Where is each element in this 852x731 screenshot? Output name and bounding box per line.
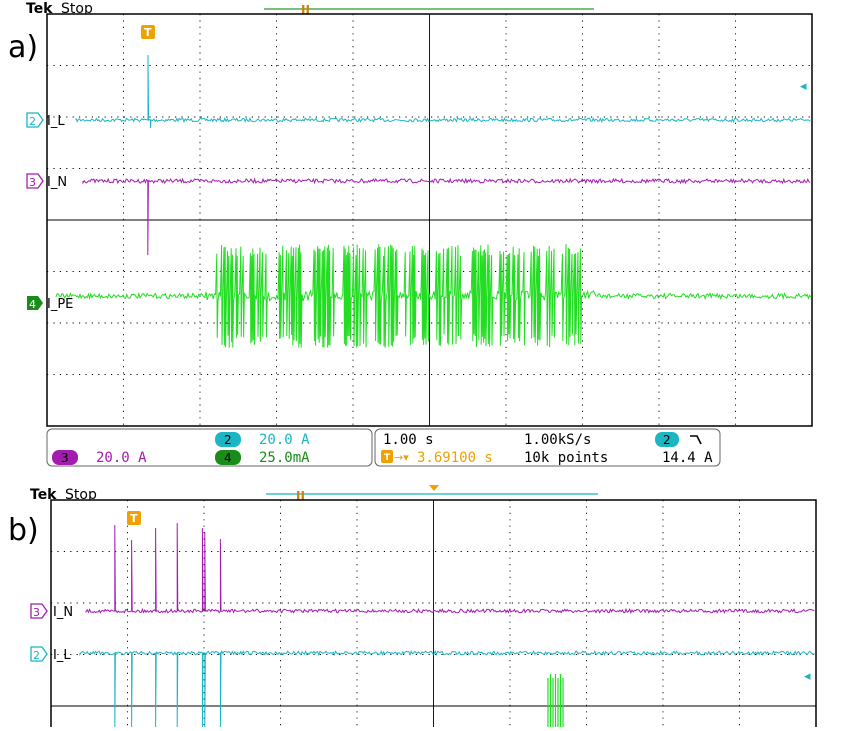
readout-ch3-badge: 3 [52, 450, 78, 465]
panel-a-ch3-label: I_N [47, 175, 67, 190]
svg-text:T: T [384, 453, 391, 463]
panel-a: a) Tek Stop II T ◂ 2 I_L 3 I_N 4 I_PE 2 … [8, 1, 813, 467]
readout-ch2-badge: 2 [215, 432, 241, 447]
svg-text:T: T [144, 26, 152, 39]
svg-text:2: 2 [224, 433, 232, 447]
svg-text:2: 2 [33, 649, 40, 662]
svg-text:4: 4 [224, 451, 232, 465]
svg-text:T: T [130, 512, 138, 525]
readout-record-length: 10k points [524, 450, 608, 466]
svg-text:3: 3 [61, 451, 69, 465]
panel-b-label: b) [8, 513, 39, 548]
readout-sample-rate: 1.00kS/s [524, 432, 591, 448]
svg-text:2: 2 [29, 115, 36, 128]
panel-b-ch3-marker: 3 [30, 603, 48, 619]
readout-ch3-scale: 20.0 A [96, 450, 147, 466]
panel-b-ch3-label: I_N [53, 605, 73, 620]
readout-ch2-scale: 20.0 A [259, 432, 310, 448]
oscilloscope-figure: a) Tek Stop II T ◂ 2 I_L 3 I_N 4 I_PE 2 … [8, 1, 817, 731]
svg-text:3: 3 [33, 606, 40, 619]
panel-b: b) Tek Stop II T ◂ 3 I_N 2 I_L [8, 485, 817, 731]
svg-text:→▾: →▾ [394, 451, 409, 464]
panel-b-ch2-label: I_L [53, 648, 71, 663]
panel-b-ch2-marker: 2 [30, 646, 48, 662]
panel-a-ch4-label: I_PE [47, 297, 73, 312]
readout-ch4-badge: 4 [215, 450, 241, 465]
panel-a-ch2-marker: 2 [26, 112, 44, 128]
readout-trigger-source-badge: 2 [655, 432, 679, 447]
svg-text:4: 4 [29, 298, 36, 311]
svg-text:3: 3 [29, 176, 36, 189]
readout-ch4-scale: 25.0mA [259, 450, 310, 466]
panel-a-ch3-marker: 3 [26, 173, 44, 189]
panel-a-timebase-readout: 1.00 s T →▾ 3.69100 s 1.00kS/s 10k point… [374, 428, 721, 467]
panel-a-label: a) [8, 30, 38, 65]
panel-b-right-arrow-icon: ◂ [804, 669, 811, 684]
panel-b-trigger-marker: T [127, 511, 141, 525]
readout-timebase: 1.00 s [383, 432, 434, 448]
readout-trigger-offset: 3.69100 s [417, 450, 493, 466]
readout-trigger-level: 14.4 A [662, 450, 713, 466]
panel-a-channel-readout: 2 20.0 A 3 20.0 A 4 25.0mA [46, 428, 373, 467]
panel-a-ch2-label: I_L [47, 114, 65, 129]
panel-b-center-marker [429, 485, 439, 491]
panel-a-right-arrow-icon: ◂ [800, 79, 807, 94]
svg-text:2: 2 [663, 433, 671, 447]
panel-a-trigger-marker: T [141, 25, 155, 39]
readout-trigger-offset-icon: T →▾ [381, 450, 409, 464]
panel-a-ch4-marker: 4 [27, 296, 43, 311]
trace-burst-b [547, 674, 564, 727]
